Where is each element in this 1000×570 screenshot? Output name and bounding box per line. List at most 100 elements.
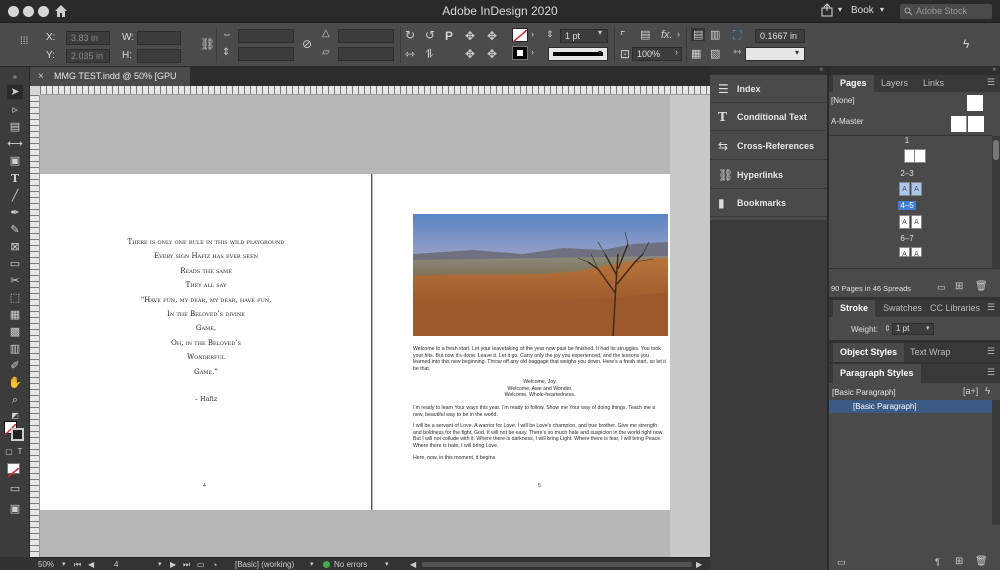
styles-scrollbar[interactable] — [992, 400, 1000, 525]
chevron-right-icon[interactable]: › — [677, 29, 680, 39]
lightning-icon[interactable]: ϟ — [985, 386, 990, 397]
last-page-icon[interactable]: ⏭ — [183, 560, 190, 570]
text-wrap-icon[interactable]: ▤ — [640, 28, 650, 41]
selection-tool-icon[interactable]: ➤ — [7, 85, 23, 99]
constrain-proportions-icon[interactable]: ⛓ — [200, 37, 215, 51]
page-thumb[interactable]: A — [911, 247, 922, 258]
note-tool-icon[interactable]: ▥ — [7, 342, 23, 356]
collapse-icon[interactable]: » — [7, 71, 23, 85]
chevron-down-icon[interactable]: ▾ — [310, 560, 314, 568]
effects-icon[interactable]: fx. — [661, 29, 673, 41]
gap-tool-icon[interactable]: ⟷ — [7, 137, 23, 151]
x-field[interactable]: 3.83 in — [66, 31, 110, 45]
panel-index[interactable]: ☰ Index — [710, 75, 827, 103]
scroll-left-icon[interactable]: ◀ — [410, 560, 416, 569]
select-previous-icon[interactable]: ✥ — [487, 29, 497, 43]
frame-fitting-icon[interactable]: ▥ — [710, 28, 720, 41]
screen-mode-icon[interactable]: ▭ — [7, 482, 23, 496]
horizontal-ruler[interactable] — [40, 86, 710, 95]
new-style-icon[interactable]: ⊞ — [955, 556, 963, 567]
gradient-swatch-tool-icon[interactable]: ▦ — [7, 308, 23, 322]
stroke-chevron-icon[interactable]: › — [531, 47, 534, 57]
panel-menu-icon[interactable]: ☰ — [987, 367, 995, 378]
type-tool-icon[interactable]: T — [7, 172, 23, 186]
direct-selection-tool-icon[interactable]: ▹ — [7, 103, 23, 117]
select-content-icon[interactable]: P — [445, 29, 453, 43]
style-group-icon[interactable]: ▭ — [837, 557, 846, 568]
tab-stroke[interactable]: Stroke — [833, 300, 876, 317]
rectangle-frame-tool-icon[interactable]: ⊠ — [7, 240, 23, 254]
tab-layers[interactable]: Layers — [874, 75, 915, 92]
page-4[interactable]: There is only one rule in this wild play… — [40, 174, 372, 510]
chevron-down-icon[interactable]: ▾ — [795, 48, 799, 57]
panel-bookmarks[interactable]: ▮ Bookmarks — [710, 189, 827, 217]
fill-chevron-icon[interactable]: › — [531, 29, 534, 39]
share-chevron-icon[interactable]: ▾ — [838, 5, 842, 23]
chevron-down-icon[interactable]: ▾ — [926, 324, 930, 332]
line-tool-icon[interactable]: ╱ — [7, 189, 23, 203]
preflight-status[interactable]: No errors — [334, 560, 367, 569]
landscape-photo[interactable] — [413, 214, 668, 336]
page-thumb[interactable] — [904, 149, 915, 163]
page-5[interactable]: Welcome to a fresh start. Let your leave… — [373, 174, 670, 510]
shear-field[interactable] — [338, 47, 394, 61]
y-field[interactable]: 2.035 in — [66, 49, 110, 63]
clear-overrides-icon[interactable]: ¶ — [935, 557, 940, 567]
ruler-origin[interactable] — [30, 86, 40, 95]
flip-horizontal-icon[interactable]: ⇿ — [405, 47, 415, 61]
stepper-icon[interactable]: ⇕ — [884, 324, 891, 333]
chevron-down-icon[interactable]: ▾ — [598, 28, 602, 37]
trash-icon[interactable]: 🗑 — [975, 281, 988, 292]
edit-page-size-icon[interactable]: ▭ — [937, 282, 946, 293]
page-thumb[interactable]: A — [911, 182, 922, 196]
vertical-ruler[interactable] — [30, 95, 40, 558]
dock-collapse-icon[interactable]: « — [710, 67, 827, 75]
chevron-down-icon[interactable]: ▾ — [598, 48, 602, 57]
tab-pages[interactable]: Pages — [833, 75, 874, 92]
chevron-down-icon[interactable]: ▾ — [385, 560, 389, 568]
chevron-right-icon[interactable]: › — [675, 47, 678, 57]
next-page-icon[interactable]: ▶ — [170, 560, 176, 569]
pencil-tool-icon[interactable]: ✎ — [7, 223, 23, 237]
fit-content-icon[interactable]: ▦ — [691, 47, 701, 60]
page-thumb[interactable]: A — [899, 182, 910, 196]
fill-swatch[interactable] — [512, 28, 528, 43]
free-transform-tool-icon[interactable]: ⬚ — [7, 291, 23, 305]
h-field[interactable] — [137, 49, 181, 63]
scroll-thumb[interactable] — [993, 140, 999, 160]
w-field[interactable] — [137, 31, 181, 45]
rotate-cw-icon[interactable]: ↻ — [405, 28, 415, 42]
master-a[interactable]: A-Master — [831, 117, 863, 126]
tab-links[interactable]: Links — [916, 75, 951, 92]
zoom-tool-icon[interactable]: ⌕ — [7, 393, 23, 407]
panel-cross-references[interactable]: ⇆ Cross-References — [710, 132, 827, 160]
panel-conditional-text[interactable]: T Conditional Text — [710, 103, 827, 131]
adobe-stock-search[interactable]: Adobe Stock — [900, 4, 992, 19]
dock-collapse-icon[interactable]: » — [829, 67, 1000, 75]
eyedropper-tool-icon[interactable]: ✐ — [7, 359, 23, 373]
tab-object-styles[interactable]: Object Styles — [833, 343, 905, 362]
scale-x-field[interactable] — [238, 29, 294, 43]
panel-hyperlinks[interactable]: ⛓ Hyperlinks — [710, 161, 827, 189]
scroll-right-icon[interactable]: ▶ — [696, 560, 702, 569]
pasteboard-right[interactable] — [670, 95, 710, 558]
content-collector-icon[interactable]: ▣ — [7, 154, 23, 168]
lightning-icon[interactable]: ϟ — [963, 37, 969, 51]
tab-text-wrap[interactable]: Text Wrap — [903, 343, 957, 362]
formatting-text-icon[interactable]: T — [15, 445, 25, 459]
page-number-field[interactable]: 4 — [114, 560, 118, 569]
panel-menu-icon[interactable]: ☰ — [987, 346, 995, 357]
master-a-left-thumb[interactable] — [951, 116, 967, 132]
previous-page-icon[interactable]: ◀ — [88, 560, 94, 569]
document-tab[interactable]: × MMG TEST.indd @ 50% [GPU Preview] — [30, 67, 190, 100]
select-content-alt-icon[interactable]: ✥ — [487, 47, 497, 61]
page-thumb[interactable] — [915, 149, 926, 163]
workspace-switcher[interactable]: Book — [851, 5, 874, 23]
auto-fit-icon[interactable]: ⛶ — [733, 28, 741, 43]
pasteboard[interactable]: There is only one rule in this wild play… — [40, 95, 670, 558]
style-row-selected[interactable]: [Basic Paragraph] — [829, 400, 992, 413]
first-page-icon[interactable]: ⏮ — [74, 560, 81, 570]
select-container-icon[interactable]: ✥ — [465, 29, 475, 43]
rotation-field[interactable] — [338, 29, 394, 43]
normal-view-icon[interactable]: ▣ — [7, 502, 23, 516]
